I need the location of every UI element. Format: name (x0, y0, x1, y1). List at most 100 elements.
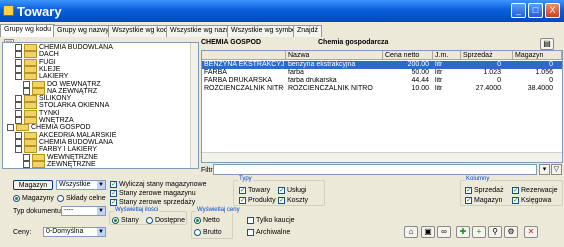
checkbox-uslugi[interactable]: ✓ Usługi (278, 186, 306, 195)
checkbox-archiwalne[interactable]: Archiwalne (247, 228, 290, 237)
checkbox-wyliczaj[interactable]: ✓ Wyliczaj stany magazynowe (110, 180, 206, 189)
checkbox-produkty[interactable]: ✓ Produkty (239, 196, 276, 205)
tree-checkbox[interactable] (15, 65, 22, 73)
tree-node-label: KLEJE (39, 65, 61, 73)
products-grid[interactable]: Nazwa Cena netto J.m. Sprzedaż Magazyn B… (201, 50, 563, 163)
tree-node-label: SILIKONY (39, 95, 72, 103)
group-tree[interactable]: CHEMIA BUDOWLANA DACH FUGI KLEJE LAKIERY DO W… (2, 42, 199, 169)
ceny-select[interactable]: 0-Domyślna ▼ (43, 227, 106, 237)
checkbox-zerowe-sprzedazy[interactable]: ✓ Stany zerowe sprzedaży (110, 198, 195, 207)
radio-stany[interactable]: Stany (112, 216, 139, 225)
close-button[interactable]: X (545, 3, 560, 18)
cell-code: FARBA (204, 69, 227, 76)
grid-hscrollbar[interactable] (202, 152, 562, 162)
checkbox-towary[interactable]: ✓ Towary (239, 186, 270, 195)
tab-znajdz[interactable]: Znajdź (293, 25, 323, 37)
chevron-down-icon: ▼ (97, 207, 105, 215)
filter-funnel-icon[interactable]: ▽ (551, 164, 562, 175)
search-icon[interactable]: ⚲ (488, 226, 502, 238)
tree-scrollbar[interactable] (190, 43, 198, 168)
checkbox-col-sprzedaz[interactable]: ✓ Sprzedaż (465, 186, 504, 195)
tree-checkbox[interactable] (15, 44, 22, 51)
table-row[interactable]: FARBA DRUKARSKA farba drukarska 44.44 litr 0… (202, 77, 562, 85)
delete-icon[interactable]: ✕ (524, 226, 538, 238)
tree-checkbox[interactable] (15, 109, 22, 117)
window-title: Towary (17, 4, 62, 19)
tree-node-label: DO WEWNĄTRZ (47, 80, 101, 88)
binoculars-icon[interactable]: ∞ (437, 226, 451, 238)
folder-icon (24, 44, 37, 51)
tree-checkbox[interactable] (15, 117, 22, 124)
print-icon[interactable]: ▣ (421, 226, 435, 238)
tab-grupy-wg-nazwy[interactable]: Grupy wg nazwy (53, 25, 113, 37)
folder-icon[interactable]: ▤ (540, 38, 554, 50)
tree-checkbox[interactable] (15, 58, 22, 66)
radio-sklady-celne[interactable]: Składy celne (57, 194, 106, 203)
tree-checkbox[interactable] (15, 95, 22, 103)
maximize-button[interactable]: □ (528, 3, 543, 18)
tree-checkbox[interactable] (15, 102, 22, 110)
tree-checkbox[interactable] (23, 87, 30, 95)
cell-name: ROZCIEŃCZALNIK NITRO (288, 85, 373, 92)
tree-checkbox[interactable] (15, 146, 22, 154)
checkbox-tylko-kaucje[interactable]: Tylko kaucje (247, 216, 295, 225)
cell-sale: 1.023 (483, 69, 501, 76)
typ-dokumentu-label: Typ dokumentu: (13, 208, 63, 215)
folder-icon (24, 102, 37, 110)
tree-checkbox[interactable] (15, 51, 22, 59)
tab-grupy-wg-kodu[interactable]: Grupy wg kodu (0, 24, 56, 37)
tree-checkbox[interactable] (7, 124, 14, 132)
typ-dokumentu-select[interactable]: ---- ▼ (61, 206, 106, 216)
radio-netto[interactable]: Netto (194, 216, 220, 225)
grid-header-kod[interactable] (202, 51, 286, 60)
folder-icon (24, 109, 37, 117)
tree-checkbox[interactable] (15, 138, 22, 146)
magazyn-select[interactable]: Wszystkie ▼ (56, 180, 106, 190)
wyswietlaj-ceny-title: Wyświetlaj ceny (196, 207, 241, 213)
tree-node-label: TYNKI (39, 109, 60, 117)
checkbox-zerowe-magazynu[interactable]: ✓ Stany zerowe magazynu (110, 189, 196, 198)
checkbox-col-rezerwacje[interactable]: ✓ Rezerwacje (512, 186, 558, 195)
cell-price: 10.00 (411, 85, 429, 92)
tree-checkbox[interactable] (23, 153, 30, 161)
tree-checkbox[interactable] (23, 80, 30, 88)
folder-icon (16, 124, 29, 132)
grid-header-sprzedaz[interactable]: Sprzedaż (461, 51, 513, 60)
groups-icon[interactable]: ⌂ (404, 226, 418, 238)
settings-icon[interactable]: ⚙ (504, 226, 518, 238)
radio-brutto[interactable]: Brutto (194, 228, 222, 237)
grid-header-nazwa[interactable]: Nazwa (286, 51, 383, 60)
table-row[interactable]: ROZCIEŃCZALNIK NITRO ROZCIEŃCZALNIK NITRO… (202, 85, 562, 93)
checkbox-col-magazyn[interactable]: ✓ Magazyn (465, 196, 502, 205)
cell-stock: 38.4000 (527, 85, 553, 92)
filter-dropdown-icon[interactable]: ▾ (539, 164, 550, 175)
filter-input[interactable] (213, 164, 537, 175)
cell-name: farba drukarska (288, 77, 337, 84)
radio-dostepne[interactable]: Dostępne (146, 216, 185, 225)
checkbox-koszty[interactable]: ✓ Koszty (278, 196, 308, 205)
grid-header-cena[interactable]: Cena netto (383, 51, 433, 60)
grid-header-jm[interactable]: J.m. (433, 51, 461, 60)
typy-title: Typy (238, 176, 253, 182)
tree-node-label: CHEMIA BUDOWLANA (39, 138, 113, 146)
kolumny-title: Kolumny (465, 176, 491, 182)
checkbox-col-ksiegowa[interactable]: ✓ Księgowa (512, 196, 551, 205)
tree-checkbox[interactable] (15, 73, 22, 81)
add-icon[interactable]: ✚ (456, 226, 470, 238)
tree-checkbox[interactable] (23, 160, 30, 168)
magazyn-button[interactable]: Magazyn (13, 180, 53, 190)
tree-node-label: STOLARKA OKIENNA (39, 102, 110, 110)
ceny-select-value: 0-Domyślna (46, 228, 84, 235)
minimize-button[interactable]: _ (511, 3, 526, 18)
tree-node-label: FARBY I LAKIERY (39, 146, 98, 154)
tree-checkbox[interactable] (15, 131, 22, 139)
radio-magazyny[interactable]: Magazyny (13, 194, 54, 203)
folder-icon (24, 65, 37, 73)
table-row[interactable]: FARBA farba 50.00 litr 1.023 1.056 (202, 69, 562, 77)
add-plus-icon[interactable]: + (472, 226, 486, 238)
table-row[interactable]: BENZYNA EKSTRAKCYJNA benzyna ekstrakcyjna… (202, 61, 562, 69)
folder-icon (24, 58, 37, 66)
grid-header-magazyn[interactable]: Magazyn (513, 51, 562, 60)
ceny-label: Ceny: (13, 229, 32, 236)
tree-node[interactable]: ZEWNĘTRZNE (23, 160, 96, 168)
